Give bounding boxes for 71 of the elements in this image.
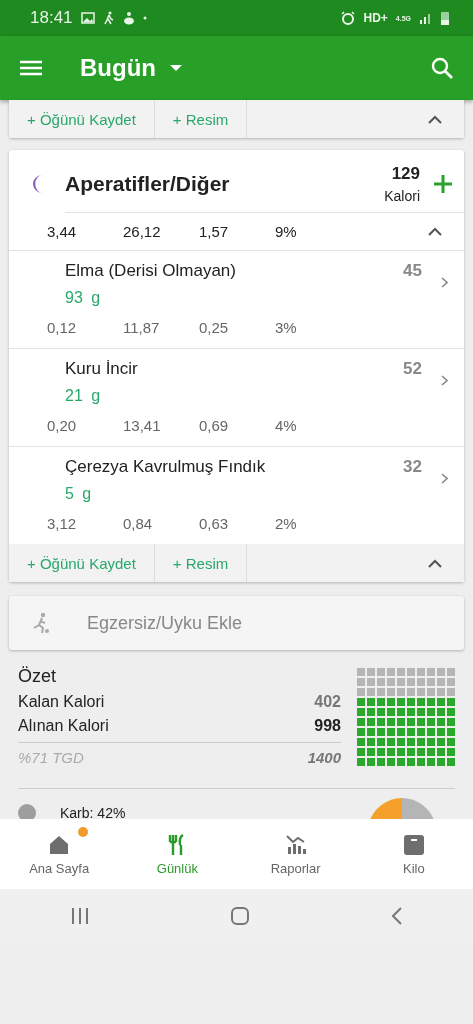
- food-amount: 21 g: [65, 387, 102, 405]
- alarm-icon: [341, 11, 356, 25]
- goal-value: 1400: [307, 749, 341, 766]
- signal-icon: [419, 12, 433, 24]
- menu-icon[interactable]: [20, 60, 42, 76]
- macro-total: 9%: [275, 223, 298, 240]
- running-icon: [31, 612, 51, 634]
- image-icon: [80, 12, 95, 24]
- chevron-icon[interactable]: [428, 227, 442, 236]
- save-meal-button[interactable]: + Öğünü Kaydet: [9, 544, 155, 582]
- macro-value: 0,84: [123, 515, 154, 532]
- exercise-label: Egzersiz/Uyku Ekle: [87, 612, 243, 634]
- macro-value: 3%: [275, 319, 298, 336]
- home-button-icon[interactable]: [231, 907, 250, 925]
- food-calories: 52: [403, 359, 422, 379]
- moon-icon: [33, 175, 42, 193]
- back-icon[interactable]: [391, 907, 402, 925]
- search-icon[interactable]: [431, 57, 453, 79]
- add-photo-button[interactable]: + Resim: [154, 544, 248, 582]
- chevron-right-icon[interactable]: [441, 277, 448, 288]
- food-name[interactable]: Çerezya Kavrulmuş Fındık: [65, 457, 404, 477]
- chevron-right-icon[interactable]: [441, 473, 448, 484]
- food-name[interactable]: Elma (Derisi Olmayan): [65, 261, 404, 281]
- macro-value: 0,25: [199, 319, 230, 336]
- summary-value: 402: [314, 693, 341, 711]
- chevron-icon[interactable]: [428, 558, 442, 568]
- battery-icon: [441, 11, 449, 25]
- figure-icon: [122, 11, 135, 25]
- macro-value: 3,12: [47, 515, 78, 532]
- add-exercise-button[interactable]: Egzersiz/Uyku Ekle: [9, 596, 464, 650]
- food-calories: 45: [403, 261, 422, 281]
- summary-label: Alınan Kalori: [18, 717, 109, 735]
- macro-value: 0,12: [47, 319, 78, 336]
- meal-calories: 129: [391, 164, 420, 184]
- calories-label: Kalori: [384, 188, 420, 204]
- macro-value: 11,87: [123, 319, 161, 336]
- macro-value: 0,20: [47, 417, 78, 434]
- macro-value: 4%: [275, 417, 298, 434]
- food-amount: 5 g: [65, 485, 93, 503]
- meal-title: Aperatifler/Diğer: [65, 172, 231, 196]
- summary-title: Özet: [18, 666, 57, 687]
- macro-value: 0,69: [199, 417, 230, 434]
- macro-label: Karb: 42%: [60, 805, 126, 821]
- summary-label: Kalan Kalori: [18, 693, 105, 711]
- plus-icon[interactable]: [434, 175, 452, 193]
- network-label: HD+: [363, 11, 388, 25]
- walking-icon: [102, 11, 115, 25]
- status-time: 18:41: [30, 8, 73, 28]
- nav-tab[interactable]: Raporlar: [236, 819, 355, 889]
- macro-total: 1,57: [199, 223, 230, 240]
- macro-value: 2%: [275, 515, 298, 532]
- dot-icon: [142, 16, 147, 20]
- save-meal-button[interactable]: + Öğünü Kaydet: [9, 100, 155, 138]
- macro-value: 13,41: [123, 417, 162, 434]
- chevron-icon[interactable]: [428, 114, 442, 124]
- summary-value: 998: [314, 717, 341, 735]
- nav-tab[interactable]: Kilo: [354, 819, 473, 889]
- add-photo-button[interactable]: + Resim: [154, 100, 248, 138]
- caret-icon[interactable]: [170, 65, 182, 71]
- date-title[interactable]: Bugün: [80, 54, 156, 82]
- chevron-right-icon[interactable]: [441, 375, 448, 386]
- food-amount: 93 g: [65, 289, 102, 307]
- nav-tab[interactable]: Ana Sayfa: [0, 819, 119, 889]
- nav-tab[interactable]: Günlük: [118, 819, 237, 889]
- recent-apps-icon[interactable]: [71, 908, 90, 924]
- food-calories: 32: [403, 457, 422, 477]
- goal-label: %71 TGD: [18, 749, 84, 766]
- macro-total: 3,44: [47, 223, 78, 240]
- food-name[interactable]: Kuru İncir: [65, 359, 404, 379]
- macro-value: 0,63: [199, 515, 230, 532]
- macro-total: 26,12: [123, 223, 162, 240]
